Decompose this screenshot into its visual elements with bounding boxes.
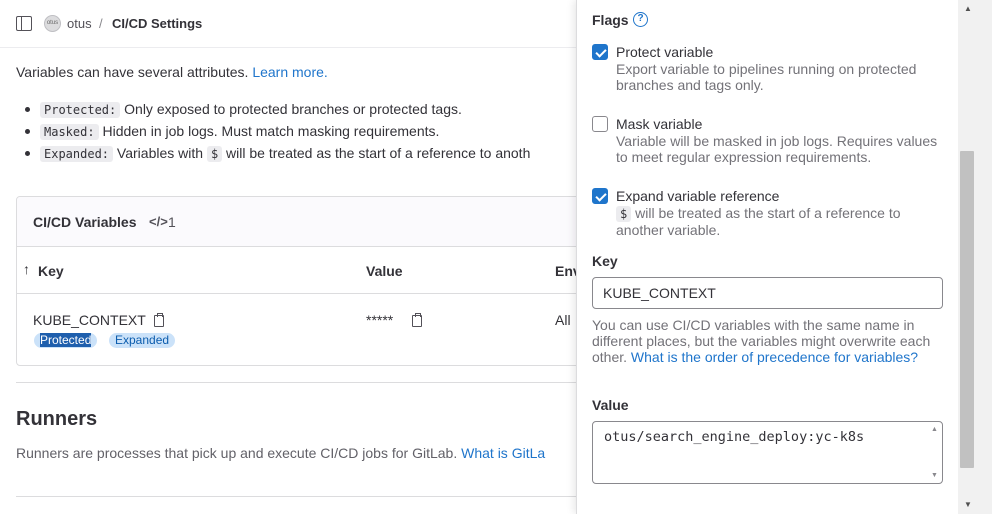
dollar-code: $ bbox=[206, 146, 223, 162]
group-avatar[interactable]: otus bbox=[44, 15, 61, 32]
copy-key-icon[interactable] bbox=[154, 313, 164, 327]
key-label: Key bbox=[592, 253, 618, 269]
mask-variable-help: Variable will be masked in job logs. Req… bbox=[616, 133, 938, 165]
expand-variable-label[interactable]: Expand variable reference bbox=[616, 188, 779, 204]
expand-variable-help: $ will be treated as the start of a refe… bbox=[616, 205, 946, 238]
attribute-text: Variables with bbox=[113, 145, 207, 161]
question-icon[interactable]: ? bbox=[633, 12, 648, 27]
runners-text: Runners are processes that pick up and e… bbox=[16, 445, 462, 461]
mask-variable-checkbox[interactable] bbox=[592, 116, 608, 132]
expand-help-text: will be treated as the start of a refere… bbox=[616, 205, 901, 238]
precedence-link[interactable]: What is the order of precedence for vari… bbox=[631, 349, 918, 365]
protect-variable-label[interactable]: Protect variable bbox=[616, 44, 713, 60]
list-item: Expanded: Variables with $ will be treat… bbox=[24, 142, 531, 164]
attribute-text: will be treated as the start of a refere… bbox=[222, 145, 531, 161]
learn-more-link[interactable]: Learn more. bbox=[252, 64, 327, 80]
value-label: Value bbox=[592, 397, 629, 413]
key-help: You can use CI/CD variables with the sam… bbox=[592, 317, 947, 365]
sort-arrow-icon[interactable]: ↑ bbox=[23, 261, 30, 277]
breadcrumb-current-page[interactable]: CI/CD Settings bbox=[112, 16, 202, 31]
runners-section-title[interactable]: Runners bbox=[16, 408, 97, 431]
column-key[interactable]: Key bbox=[38, 263, 64, 279]
runners-description: Runners are processes that pick up and e… bbox=[16, 445, 545, 461]
sidebar-toggle-icon[interactable] bbox=[16, 16, 32, 31]
card-header: CI/CD Variables </> 1 bbox=[17, 197, 615, 247]
mask-variable-label[interactable]: Mask variable bbox=[616, 116, 702, 132]
variable-environment: All bbox=[555, 312, 571, 328]
protected-badge: Protected bbox=[34, 333, 98, 348]
breadcrumb-separator: / bbox=[99, 16, 103, 31]
expand-variable-checkbox[interactable] bbox=[592, 188, 608, 204]
cicd-variables-card: CI/CD Variables </> 1 ↑ Key Value Env KU… bbox=[16, 196, 616, 366]
expanded-badge: Expanded bbox=[109, 333, 176, 348]
protect-variable-checkbox[interactable] bbox=[592, 44, 608, 60]
variable-key: KUBE_CONTEXT bbox=[33, 312, 146, 328]
variable-drawer: Flags ? Protect variable Export variable… bbox=[576, 0, 958, 514]
section-divider bbox=[16, 496, 616, 497]
list-item: Masked: Hidden in job logs. Must match m… bbox=[24, 120, 530, 142]
code-icon: </> bbox=[149, 214, 168, 229]
attribute-code: Protected: bbox=[40, 102, 121, 118]
attribute-list: Protected: Only exposed to protected bra… bbox=[24, 98, 531, 164]
runners-help-link[interactable]: What is GitLa bbox=[461, 445, 545, 461]
scroll-up-icon[interactable]: ▲ bbox=[964, 4, 972, 13]
attribute-text: Only exposed to protected branches or pr… bbox=[120, 101, 462, 117]
textarea-scroll-down-icon[interactable]: ▼ bbox=[931, 472, 938, 479]
page: { "breadcrumb": { "group": "otus", "sepa… bbox=[0, 0, 992, 514]
variables-intro: Variables can have several attributes. L… bbox=[16, 64, 328, 80]
section-divider bbox=[16, 382, 616, 383]
dollar-code: $ bbox=[616, 206, 632, 222]
textarea-scroll-up-icon[interactable]: ▲ bbox=[931, 426, 938, 433]
variable-count: 1 bbox=[168, 214, 176, 230]
page-scrollbar[interactable]: ▲ ▼ bbox=[958, 0, 992, 514]
protect-variable-help: Export variable to pipelines running on … bbox=[616, 61, 917, 93]
column-value: Value bbox=[366, 263, 403, 279]
scroll-thumb[interactable] bbox=[960, 151, 974, 468]
variable-value-masked: ***** bbox=[366, 312, 394, 328]
scroll-down-icon[interactable]: ▼ bbox=[964, 500, 972, 509]
intro-text: Variables can have several attributes. bbox=[16, 64, 253, 80]
flags-title: Flags bbox=[592, 12, 629, 28]
list-item: Protected: Only exposed to protected bra… bbox=[24, 98, 530, 120]
protected-badge-label: Protected bbox=[40, 333, 92, 347]
attribute-code: Masked: bbox=[40, 124, 99, 140]
breadcrumb-group-link[interactable]: otus bbox=[67, 16, 92, 31]
key-input[interactable] bbox=[592, 277, 943, 309]
table-header: ↑ Key Value Env bbox=[17, 248, 615, 294]
card-title: CI/CD Variables bbox=[33, 214, 137, 230]
attribute-code: Expanded: bbox=[40, 146, 114, 162]
attribute-text: Hidden in job logs. Must match masking r… bbox=[98, 123, 440, 139]
copy-value-icon[interactable] bbox=[412, 313, 422, 327]
value-textarea[interactable]: otus/search_engine_deploy:yc-k8s bbox=[592, 421, 943, 484]
